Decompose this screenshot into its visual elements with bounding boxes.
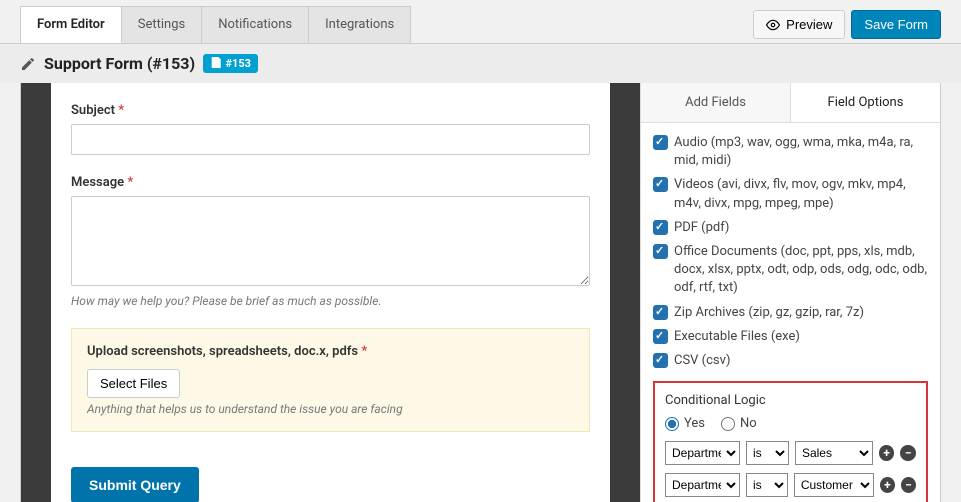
conditional-rule: DepartmentisCustomer Support +− — [665, 473, 916, 497]
eye-icon — [766, 18, 780, 32]
pencil-icon — [20, 56, 36, 72]
subject-field[interactable]: Subject * — [71, 103, 590, 155]
rule-op-select[interactable]: is — [746, 473, 788, 497]
conditional-logic-box: Conditional Logic Yes No DepartmentisSal… — [653, 381, 928, 502]
rule-value-select[interactable]: Customer Support — [794, 473, 874, 497]
save-form-button[interactable]: Save Form — [851, 10, 941, 39]
message-field[interactable]: Message * How may we help you? Please be… — [71, 175, 590, 308]
rule-field-select[interactable]: Department — [665, 441, 740, 465]
rule-value-select[interactable]: Sales — [795, 441, 873, 465]
conditional-rules: DepartmentisSales+−DepartmentisCustomer … — [665, 441, 916, 497]
upload-help: Anything that helps us to understand the… — [87, 402, 574, 416]
preview-button[interactable]: Preview — [753, 10, 845, 39]
filetype-label: PDF (pdf) — [674, 219, 729, 237]
add-rule-icon[interactable]: + — [879, 445, 895, 461]
filetype-checkbox[interactable] — [653, 177, 668, 192]
upload-field[interactable]: Upload screenshots, spreadsheets, doc.x,… — [71, 328, 590, 432]
remove-rule-icon[interactable]: − — [900, 445, 916, 461]
message-textarea[interactable] — [71, 196, 590, 286]
filetype-row[interactable]: Audio (mp3, wav, ogg, wma, mka, m4a, ra,… — [653, 131, 928, 173]
filetype-label: Zip Archives (zip, gz, gzip, rar, 7z) — [674, 304, 864, 322]
form-builder-tabs: Form Editor Settings Notifications Integ… — [20, 6, 411, 43]
message-help: How may we help you? Please be brief as … — [71, 294, 590, 308]
filetype-label: CSV (csv) — [674, 352, 730, 370]
filetype-row[interactable]: PDF (pdf) — [653, 216, 928, 240]
tab-notifications[interactable]: Notifications — [202, 7, 309, 43]
conditional-logic-title: Conditional Logic — [665, 393, 916, 408]
conditional-rule: DepartmentisSales +− — [665, 441, 916, 465]
filetype-label: Audio (mp3, wav, ogg, wma, mka, m4a, ra,… — [674, 134, 928, 170]
cond-yes-option[interactable]: Yes — [665, 416, 705, 431]
subject-label: Subject * — [71, 103, 590, 118]
filetype-row[interactable]: Office Documents (doc, ppt, pps, xls, md… — [653, 240, 928, 301]
rule-op-select[interactable]: is — [746, 441, 789, 465]
filetype-checkbox[interactable] — [653, 220, 668, 235]
form-preview-area: Subject * Message * How may we help you?… — [21, 83, 640, 502]
filetypes-list: Audio (mp3, wav, ogg, wma, mka, m4a, ra,… — [653, 131, 928, 373]
cond-yes-radio[interactable] — [665, 417, 679, 431]
message-label: Message * — [71, 175, 590, 190]
panel-tab-field-options[interactable]: Field Options — [791, 83, 940, 122]
tab-form-editor[interactable]: Form Editor — [21, 7, 122, 43]
filetype-checkbox[interactable] — [653, 305, 668, 320]
tab-settings[interactable]: Settings — [122, 7, 202, 43]
submit-query-button[interactable]: Submit Query — [71, 467, 199, 502]
panel-tab-add-fields[interactable]: Add Fields — [641, 83, 791, 122]
upload-label: Upload screenshots, spreadsheets, doc.x,… — [87, 344, 574, 359]
filetype-row[interactable]: CSV (csv) — [653, 349, 928, 373]
filetype-row[interactable]: Zip Archives (zip, gz, gzip, rar, 7z) — [653, 301, 928, 325]
filetype-checkbox[interactable] — [653, 353, 668, 368]
filetype-label: Office Documents (doc, ppt, pps, xls, md… — [674, 243, 928, 298]
form-id-badge[interactable]: #153 — [203, 54, 258, 73]
form-title: Support Form (#153) — [44, 54, 195, 73]
select-files-button[interactable]: Select Files — [87, 369, 180, 398]
subject-input[interactable] — [71, 124, 590, 155]
add-rule-icon[interactable]: + — [880, 477, 895, 493]
preview-button-label: Preview — [786, 17, 832, 32]
rule-field-select[interactable]: Department — [665, 473, 740, 497]
filetype-checkbox[interactable] — [653, 244, 668, 259]
tab-integrations[interactable]: Integrations — [309, 7, 410, 43]
remove-rule-icon[interactable]: − — [901, 477, 916, 493]
filetype-checkbox[interactable] — [653, 329, 668, 344]
filetype-row[interactable]: Videos (avi, divx, flv, mov, ogv, mkv, m… — [653, 173, 928, 215]
cond-no-option[interactable]: No — [721, 416, 757, 431]
filetype-row[interactable]: Executable Files (exe) — [653, 325, 928, 349]
filetype-label: Videos (avi, divx, flv, mov, ogv, mkv, m… — [674, 176, 928, 212]
filetype-checkbox[interactable] — [653, 135, 668, 150]
filetype-label: Executable Files (exe) — [674, 328, 800, 346]
cond-no-radio[interactable] — [721, 417, 735, 431]
